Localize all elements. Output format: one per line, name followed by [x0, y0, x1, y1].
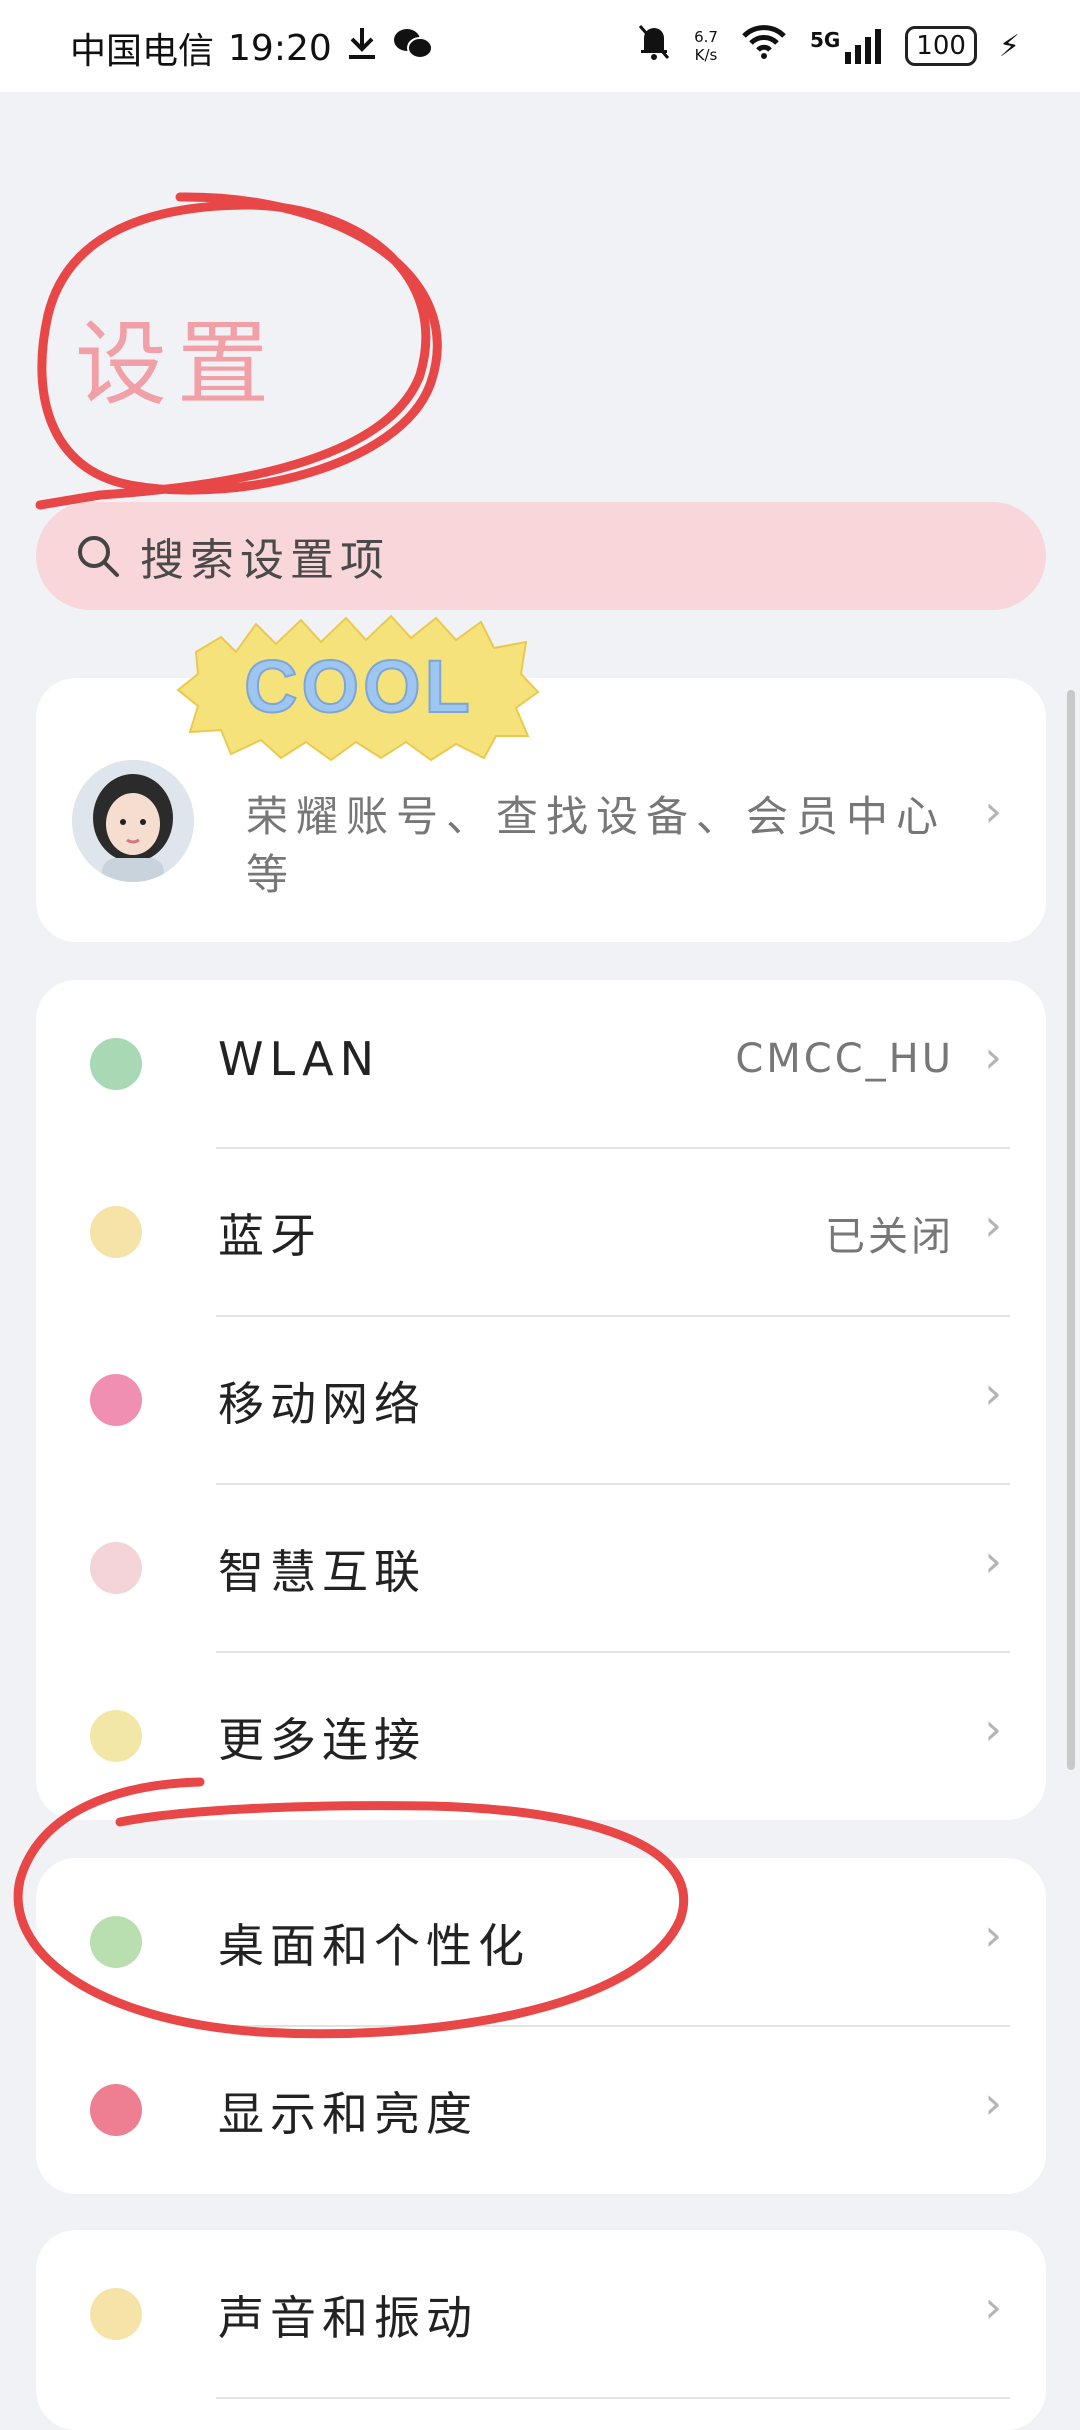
page-title: 设置 — [75, 311, 280, 418]
carrier-name: 中国电信 — [70, 31, 215, 72]
settings-item-display-brightness[interactable]: 显示和亮度 › — [36, 2026, 1046, 2194]
settings-item-smart-link[interactable]: 智慧互联 › — [36, 1484, 1046, 1652]
chevron-right-icon: › — [984, 786, 1002, 837]
sound-card: 声音和振动 › — [36, 2230, 1046, 2430]
speed-value: 6.7 — [694, 28, 718, 46]
scrollbar[interactable] — [1067, 690, 1075, 1770]
bluetooth-sticker-icon — [90, 1206, 142, 1258]
settings-item-sound-vibration[interactable]: 声音和振动 › — [36, 2230, 1046, 2398]
settings-item-label: 移动网络 — [218, 1377, 426, 1431]
smart-link-sticker-icon — [90, 1542, 142, 1594]
display-brightness-sticker-icon — [90, 2084, 142, 2136]
chevron-right-icon: › — [984, 1032, 1002, 1083]
charging-icon: ⚡ — [998, 28, 1020, 64]
network-type: 5G — [809, 28, 841, 52]
chevron-right-icon: › — [984, 1910, 1002, 1961]
chevron-right-icon: › — [984, 2078, 1002, 2129]
settings-item-label: 桌面和个性化 — [218, 1919, 530, 1973]
settings-item-label: 蓝牙 — [218, 1209, 322, 1263]
desktop-personalization-sticker-icon — [90, 1916, 142, 1968]
account-description: 荣耀账号、查找设备、会员中心等 — [246, 792, 947, 899]
settings-item-more-connections[interactable]: 更多连接 › — [36, 1652, 1046, 1820]
settings-item-label: 显示和亮度 — [218, 2087, 478, 2141]
clock: 19:20 — [228, 27, 332, 69]
chevron-right-icon: › — [984, 2282, 1002, 2333]
divider — [216, 2397, 1010, 2399]
search-placeholder: 搜索设置项 — [140, 535, 390, 586]
connectivity-card: WLAN CMCC_HU › 蓝牙 已关闭 › 移动网络 › 智慧互联 › 更多… — [36, 980, 1046, 1820]
speed-unit: K/s — [694, 46, 718, 64]
settings-item-value: CMCC_HU — [735, 1036, 954, 1082]
settings-item-label: 智慧互联 — [218, 1545, 426, 1599]
signal-icon: 5G — [810, 28, 883, 64]
battery-indicator: 100 — [905, 26, 977, 66]
settings-item-label: 声音和振动 — [218, 2291, 478, 2345]
mute-bell-icon — [636, 22, 672, 70]
settings-item-value: 已关闭 — [825, 1214, 954, 1260]
search-icon — [70, 528, 126, 584]
chevron-right-icon: › — [984, 1368, 1002, 1419]
mobile-network-sticker-icon — [90, 1374, 142, 1426]
avatar — [72, 760, 194, 882]
account-card[interactable]: 荣耀账号、查找设备、会员中心等 › — [36, 678, 1046, 942]
status-bar: 中国电信 19:20 6.7 K/s 5G 100 ⚡ — [0, 0, 1080, 92]
display-card: 桌面和个性化 › 显示和亮度 › — [36, 1858, 1046, 2194]
network-speed: 6.7 K/s — [694, 28, 718, 64]
chevron-right-icon: › — [984, 1704, 1002, 1755]
settings-item-wlan[interactable]: WLAN CMCC_HU › — [36, 980, 1046, 1148]
wechat-icon — [392, 26, 434, 71]
settings-item-label: 更多连接 — [218, 1713, 426, 1767]
settings-item-label: WLAN — [218, 1032, 381, 1086]
settings-item-bluetooth[interactable]: 蓝牙 已关闭 › — [36, 1148, 1046, 1316]
more-connections-sticker-icon — [90, 1710, 142, 1762]
settings-item-desktop-personalization[interactable]: 桌面和个性化 › — [36, 1858, 1046, 2026]
wifi-icon — [740, 24, 788, 68]
wifi-sticker-icon — [90, 1038, 142, 1090]
settings-item-mobile-network[interactable]: 移动网络 › — [36, 1316, 1046, 1484]
search-bar[interactable]: 搜索设置项 — [36, 502, 1046, 610]
download-icon — [346, 26, 378, 71]
sound-vibration-sticker-icon — [90, 2288, 142, 2340]
chevron-right-icon: › — [984, 1200, 1002, 1251]
chevron-right-icon: › — [984, 1536, 1002, 1587]
